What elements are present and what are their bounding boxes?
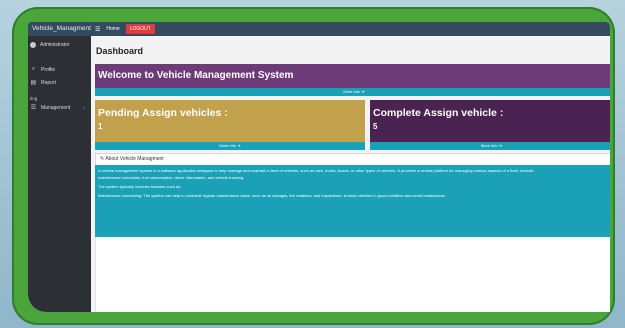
more-info-label: More info	[480, 143, 498, 148]
user-name: Administrator	[40, 42, 70, 48]
about-paragraph: maintenance schedules, fuel consumption,…	[98, 175, 245, 180]
sidebar-item-report[interactable]: ▤ Report	[28, 79, 91, 87]
about-paragraph: A vehicle management system is a softwar…	[98, 168, 534, 173]
hamburger-menu-icon[interactable]: ☰	[95, 26, 100, 33]
pending-assign-count: 1	[98, 122, 103, 131]
sidebar-item-label: Management	[41, 104, 71, 111]
about-body: A vehicle management system is a softwar…	[95, 165, 610, 237]
sidebar: Vehicle_Managment Administrator ⌕ Profil…	[28, 22, 124, 312]
content-area-blank	[95, 237, 610, 312]
chevron-left-icon: ‹	[83, 104, 85, 111]
user-panel[interactable]: Administrator	[28, 36, 91, 48]
app-window: Vehicle_Managment Administrator ⌕ Profil…	[28, 22, 610, 312]
topbar: ☰ Home LOGOUT	[91, 22, 610, 36]
search-icon: ⌕	[31, 66, 36, 72]
logout-button[interactable]: LOGOUT	[125, 24, 155, 34]
about-title: About Vehicle Managment	[105, 156, 164, 162]
pending-assign-title: Pending Assign vehicles :	[98, 107, 228, 119]
page-title: Dashboard	[96, 46, 144, 56]
welcome-banner: Welcome to Vehicle Management System	[95, 64, 610, 88]
complete-more-info-link[interactable]: More info ➜	[370, 142, 610, 150]
user-avatar-icon	[30, 42, 36, 48]
edit-icon: ✎	[100, 156, 105, 162]
arrow-circle-right-icon: ➜	[361, 89, 365, 94]
complete-assign-title: Complete Assign vehicle :	[373, 107, 504, 119]
complete-assign-count: 5	[373, 122, 378, 131]
more-info-label: More info	[219, 143, 237, 148]
main-content: Dashboard Welcome to Vehicle Management …	[91, 36, 610, 312]
sidebar-item-management[interactable]: ☰ Management ‹	[28, 104, 91, 112]
document-icon: ▤	[30, 80, 37, 86]
arrow-circle-right-icon: ➜	[237, 143, 241, 148]
welcome-more-info-link[interactable]: More info ➜	[95, 88, 610, 96]
pending-more-info-link[interactable]: More info ➜	[95, 142, 365, 150]
complete-assign-card: Complete Assign vehicle : 5	[370, 100, 610, 142]
sidebar-item-profile[interactable]: ⌕ Profile	[28, 66, 91, 73]
sidebar-item-label: Report	[41, 79, 57, 86]
home-link[interactable]: Home	[106, 26, 119, 32]
about-paragraph: Maintenance scheduling: The system can h…	[98, 193, 445, 198]
list-icon: ☰	[30, 105, 37, 111]
sidebar-item-label: Profile	[41, 66, 56, 73]
more-info-label: More info	[343, 89, 361, 94]
about-paragraph: The system typically includes features s…	[98, 184, 182, 189]
arrow-circle-right-icon: ➜	[498, 143, 503, 148]
pending-assign-card: Pending Assign vehicles : 1	[95, 100, 365, 142]
